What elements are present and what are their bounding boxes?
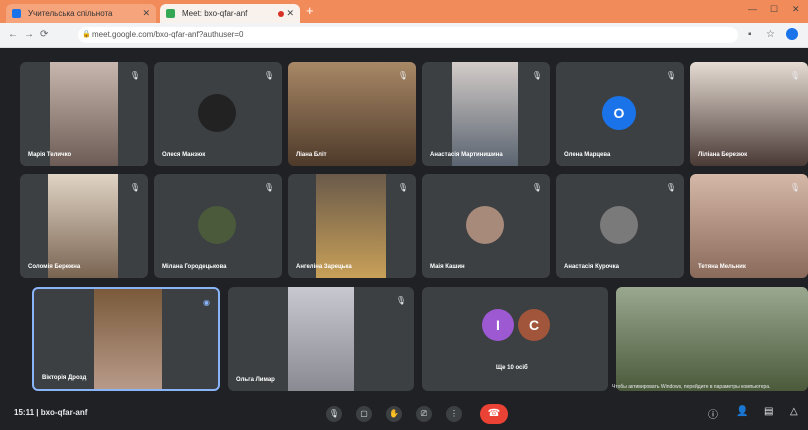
maximize-icon[interactable]: ☐: [770, 4, 778, 15]
participant-tile[interactable]: Анастасія Курочка 🎙: [556, 174, 684, 278]
info-icon[interactable]: ⓘ: [708, 406, 718, 421]
participant-video: [94, 289, 162, 389]
browser-tab-2[interactable]: Meet: bxo-qfar-anf ✕: [160, 4, 300, 23]
participant-tile[interactable]: Маія Кашин 🎙: [422, 174, 550, 278]
avatar: I: [482, 309, 514, 341]
mic-off-icon: 🎙: [263, 71, 274, 80]
avatar: C: [518, 309, 550, 341]
participant-name: Олеся Манзюк: [162, 152, 206, 158]
mic-off-icon: 🎙: [531, 183, 542, 192]
camera-indicator-icon[interactable]: ▪: [748, 29, 752, 40]
mic-off-icon: 🎙: [665, 71, 676, 80]
participant-name: Анастасія Мартинишина: [430, 152, 503, 158]
participant-name: Ліліана Березюк: [698, 152, 748, 158]
people-icon[interactable]: 👤: [736, 406, 748, 417]
tab-close-icon[interactable]: ✕: [286, 4, 294, 23]
raise-hand-icon[interactable]: ✋: [386, 406, 402, 422]
participant-name: Тетяна Мельник: [698, 264, 746, 270]
new-tab-icon[interactable]: +: [306, 3, 314, 18]
mic-off-icon: 🎙: [129, 183, 140, 192]
recording-dot-icon: [278, 11, 284, 17]
tab-title: Meet: bxo-qfar-anf: [182, 9, 248, 18]
tab-favicon-icon: [12, 9, 21, 18]
participant-video: [48, 174, 118, 278]
avatar: [466, 206, 504, 244]
mic-off-icon: 🎙: [263, 183, 274, 192]
tab-close-icon[interactable]: ✕: [142, 4, 150, 23]
meeting-info: 15:11 | bxo-qfar-anf: [14, 408, 88, 417]
participant-tile[interactable]: Олеся Манзюк 🎙: [154, 62, 282, 166]
avatar: [600, 206, 638, 244]
meeting-code: bxo-qfar-anf: [40, 408, 88, 417]
back-icon[interactable]: ←: [8, 29, 18, 40]
participant-name: Ангеліна Зарецька: [296, 264, 352, 270]
window-close-icon[interactable]: ✕: [792, 4, 800, 15]
participant-tile[interactable]: Ангеліна Зарецька 🎙: [288, 174, 416, 278]
participant-name: Маія Кашин: [430, 264, 465, 270]
present-screen-icon[interactable]: ⎚: [416, 406, 432, 422]
mic-off-icon: 🎙: [397, 71, 408, 80]
mic-off-icon: 🎙: [129, 71, 140, 80]
url-field[interactable]: 🔒 meet.google.com/bxo-qfar-anf?authuser=…: [78, 27, 738, 43]
participant-name: Анастасія Курочка: [564, 264, 620, 270]
address-bar: ← → ⟳ 🔒 meet.google.com/bxo-qfar-anf?aut…: [0, 23, 808, 48]
participant-name: Ольга Лимар: [236, 377, 275, 383]
chat-icon[interactable]: ▤: [764, 406, 773, 417]
lock-icon: 🔒: [82, 31, 91, 38]
camera-icon[interactable]: ▢: [356, 406, 372, 422]
forward-icon[interactable]: →: [24, 29, 34, 40]
speaking-icon: ◉: [203, 298, 210, 307]
activation-watermark: Чтобы активировать Windows, перейдите в …: [612, 384, 771, 390]
participant-name: Олена Марцева: [564, 152, 611, 158]
participant-video: [50, 62, 118, 166]
others-count: Ще 10 осіб: [496, 365, 528, 371]
participant-tile[interactable]: Ліана Бліт 🎙: [288, 62, 416, 166]
mic-off-icon: 🎙: [395, 296, 406, 305]
end-call-button[interactable]: ☎: [480, 404, 508, 424]
participant-name: Марія Теличко: [28, 152, 72, 158]
participant-tile[interactable]: Ліліана Березюк 🎙: [690, 62, 808, 166]
avatar: [198, 94, 236, 132]
reload-icon[interactable]: ⟳: [40, 29, 48, 40]
participant-name: Ліана Бліт: [296, 152, 327, 158]
mic-off-icon: 🎙: [789, 183, 800, 192]
mic-off-icon: 🎙: [789, 71, 800, 80]
participant-video: [452, 62, 518, 166]
participant-tile[interactable]: Соломія Бережна 🎙: [20, 174, 148, 278]
mic-icon[interactable]: 🎙: [326, 406, 342, 422]
more-options-icon[interactable]: ⋮: [446, 406, 462, 422]
minimize-icon[interactable]: —: [748, 4, 757, 14]
participant-tile[interactable]: Ольга Лимар 🎙: [228, 287, 414, 391]
avatar: [198, 206, 236, 244]
url-text: meet.google.com/bxo-qfar-anf?authuser=0: [92, 30, 244, 39]
participant-tile[interactable]: Анастасія Мартинишина 🎙: [422, 62, 550, 166]
participant-video: [616, 287, 808, 391]
participant-tile[interactable]: O Олена Марцева 🎙: [556, 62, 684, 166]
participant-name: Вікторія Дрозд: [42, 375, 87, 381]
avatar: O: [602, 96, 636, 130]
profile-avatar[interactable]: [786, 28, 798, 40]
clock-time: 15:11: [14, 408, 35, 417]
participant-tile[interactable]: Марія Теличко 🎙: [20, 62, 148, 166]
mic-off-icon: 🎙: [397, 183, 408, 192]
participant-video: [316, 174, 386, 278]
participant-name: Соломія Бережна: [28, 264, 81, 270]
participant-tile-group[interactable]: I C Ще 10 осіб: [422, 287, 608, 391]
participant-name: Мілана Городецькова: [162, 264, 227, 270]
participant-tile[interactable]: Мілана Городецькова 🎙: [154, 174, 282, 278]
activities-icon[interactable]: △: [790, 406, 798, 417]
meeting-control-bar: 15:11 | bxo-qfar-anf 🎙 ▢ ✋ ⎚ ⋮ ☎ ⓘ 👤 ▤ △: [0, 396, 808, 430]
participant-tile-self[interactable]: [616, 287, 808, 391]
meet-favicon-icon: [166, 9, 175, 18]
browser-tab-1[interactable]: Учительська спільнота ✕: [6, 4, 156, 23]
participant-tile[interactable]: Тетяна Мельник 🎙: [690, 174, 808, 278]
participant-video: [288, 287, 354, 391]
mic-off-icon: 🎙: [665, 183, 676, 192]
tab-title: Учительська спільнота: [28, 9, 113, 18]
browser-tab-bar: Учительська спільнота ✕ Meet: bxo-qfar-a…: [0, 0, 808, 23]
star-icon[interactable]: ☆: [766, 29, 775, 40]
mic-off-icon: 🎙: [531, 71, 542, 80]
participant-video: [288, 62, 416, 166]
participant-tile-active-speaker[interactable]: Вікторія Дрозд ◉: [32, 287, 220, 391]
